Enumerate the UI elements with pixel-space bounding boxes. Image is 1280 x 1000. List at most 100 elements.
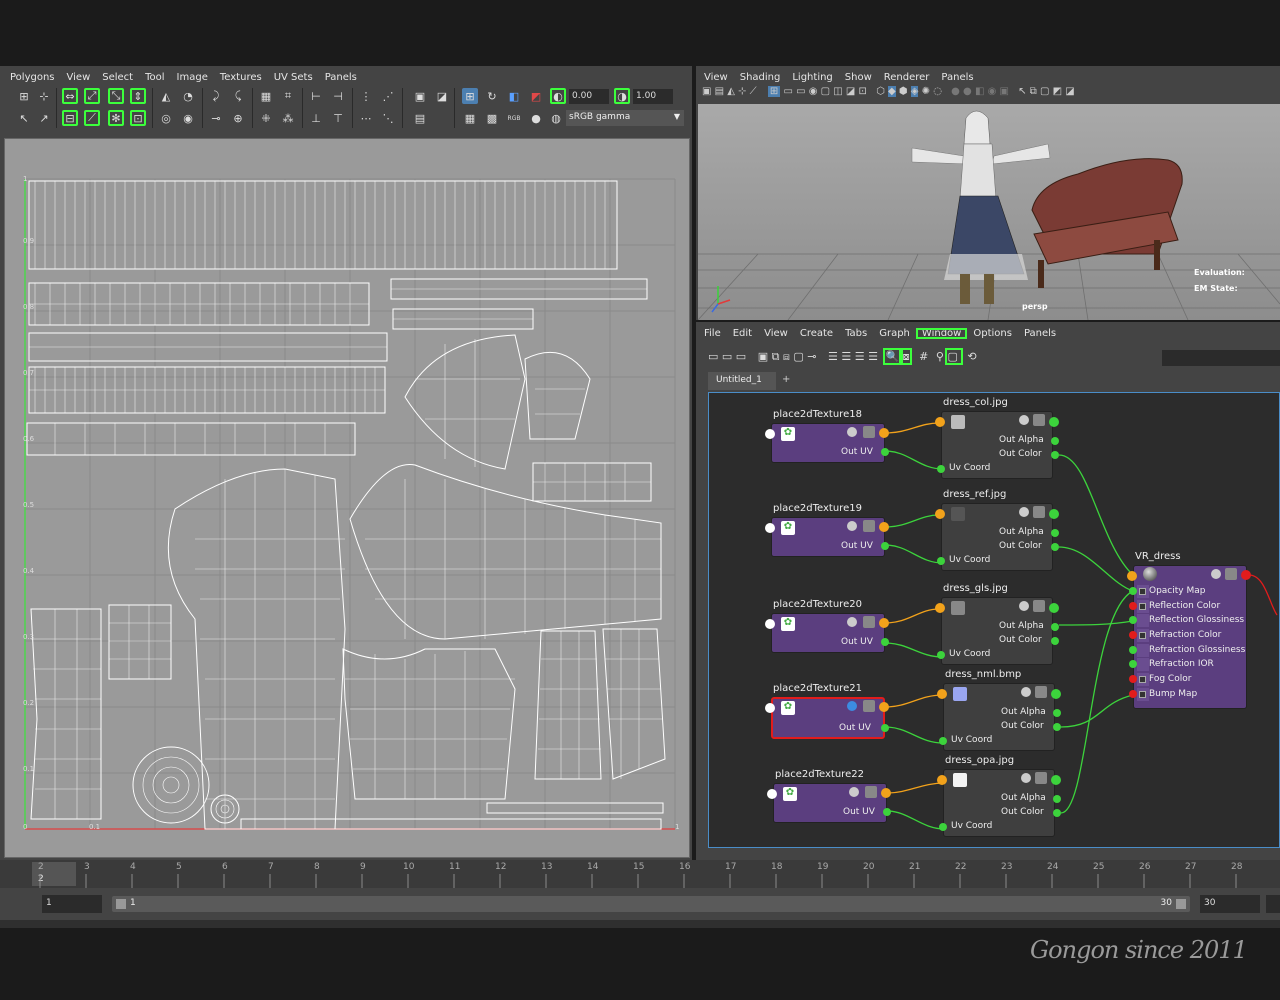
ne-menu-window[interactable]: Window: [915, 327, 968, 339]
straighten-icon[interactable]: ◭: [158, 88, 174, 104]
color-swatch-icon[interactable]: ◩: [528, 88, 544, 104]
out-color-port[interactable]: [1053, 723, 1061, 731]
ne-menu-panels[interactable]: Panels: [1018, 328, 1062, 339]
out-alpha-port[interactable]: [1053, 709, 1061, 717]
distribute-icon[interactable]: ⊸: [208, 110, 224, 126]
gamma-field[interactable]: 1.00: [633, 89, 673, 104]
out-color-port[interactable]: [1053, 809, 1061, 817]
graph-icons[interactable]: ▭ ▭ ▭: [708, 350, 746, 363]
input-port[interactable]: [1127, 571, 1137, 581]
output-port[interactable]: [879, 522, 889, 532]
settings-icon[interactable]: [1021, 773, 1031, 783]
attr-fog-color[interactable]: Fog Color: [1137, 673, 1191, 686]
frame-icon[interactable]: ⧇: [900, 348, 912, 365]
settings-icon[interactable]: [847, 701, 857, 711]
list-icon[interactable]: [865, 786, 877, 798]
input-port[interactable]: [765, 619, 775, 629]
grid-icon[interactable]: #: [919, 350, 928, 363]
menu-uv-sets[interactable]: UV Sets: [268, 72, 319, 83]
grid-icon[interactable]: ⊞: [462, 88, 478, 104]
settings-icon[interactable]: [849, 787, 859, 797]
dim-image-icon[interactable]: ◪: [434, 88, 450, 104]
input-port[interactable]: [765, 429, 775, 439]
range-end-field[interactable]: 30: [1200, 895, 1260, 913]
attr-refraction-ior[interactable]: Refraction IOR: [1137, 658, 1214, 671]
input-port[interactable]: [935, 509, 945, 519]
display-icons[interactable]: ▭ ▭ ◉ ▢ ◫ ◪ ⊡: [783, 86, 866, 97]
settings-icon[interactable]: [847, 521, 857, 531]
output-port[interactable]: [1051, 689, 1061, 699]
output-port[interactable]: [881, 788, 891, 798]
attr-bump-map[interactable]: Bump Map: [1137, 688, 1197, 701]
checker-icon[interactable]: ▦: [462, 110, 478, 126]
align-icon[interactable]: ⇕: [130, 88, 146, 104]
settings-icon[interactable]: [1019, 507, 1029, 517]
ne-menu-tabs[interactable]: Tabs: [839, 328, 873, 339]
image-icon[interactable]: ▣: [412, 88, 428, 104]
grid-toggle-icon[interactable]: ⊞: [767, 86, 781, 97]
output-port[interactable]: [1051, 775, 1061, 785]
list-icon[interactable]: [863, 700, 875, 712]
range-start-field[interactable]: 1: [42, 895, 102, 913]
uv-coord-port[interactable]: [939, 737, 947, 745]
border-icon[interactable]: ⋰: [380, 88, 396, 104]
range-handle-left-icon[interactable]: [116, 899, 126, 909]
settings-icon[interactable]: [847, 427, 857, 437]
opacity-map-port[interactable]: [1129, 587, 1137, 595]
ne-menu-graph[interactable]: Graph: [873, 328, 916, 339]
attr-refraction-color[interactable]: Refraction Color: [1137, 629, 1221, 642]
vp-menu-view[interactable]: View: [698, 72, 734, 83]
cut-icon[interactable]: ⊟: [62, 110, 78, 126]
rgb-icon[interactable]: RGB: [506, 110, 522, 126]
output-port[interactable]: [1049, 509, 1059, 519]
vp-menu-panels[interactable]: Panels: [935, 72, 979, 83]
range-slider[interactable]: 1 30: [112, 896, 1190, 912]
graph-canvas[interactable]: place2dTexture18 ✿ Out UV place2dTexture…: [708, 392, 1280, 848]
uv-coord-port[interactable]: [937, 465, 945, 473]
time-slider[interactable]: 2 2 3 4 5 6 7 8 9 10 11 12 13 14 15 16 1…: [0, 860, 1280, 888]
snap-icon[interactable]: ⤸: [208, 88, 224, 104]
exposure-field[interactable]: 0.00: [569, 89, 609, 104]
orient-icon[interactable]: ◎: [158, 110, 174, 126]
input-port[interactable]: [935, 417, 945, 427]
refraction-ior-port[interactable]: [1129, 660, 1137, 668]
shading-icons[interactable]: ⬡ ◆ ⬢ ◈ ✺ ◌: [876, 86, 942, 97]
search-icon[interactable]: 🔍: [883, 348, 902, 365]
input-port[interactable]: [765, 523, 775, 533]
vp-menu-show[interactable]: Show: [839, 72, 878, 83]
fog-color-port[interactable]: [1129, 675, 1137, 683]
smudge-icon[interactable]: ◔: [180, 88, 196, 104]
view-icons[interactable]: ☰ ☰ ☰ ☰: [828, 350, 878, 363]
node-search-field[interactable]: [1162, 350, 1280, 366]
colorspace-select[interactable]: sRGB gamma ▼: [566, 110, 684, 126]
input-port[interactable]: [937, 689, 947, 699]
output-port[interactable]: [879, 618, 889, 628]
out-uv-port[interactable]: [881, 448, 889, 456]
input-port[interactable]: [937, 775, 947, 785]
sphere-icon[interactable]: ●: [528, 110, 544, 126]
list-icon[interactable]: [1033, 506, 1045, 518]
texture-icon[interactable]: ▤: [412, 110, 428, 126]
normalize-icon[interactable]: ⁂: [280, 110, 296, 126]
output-port[interactable]: [879, 428, 889, 438]
menu-select[interactable]: Select: [96, 72, 139, 83]
out-alpha-port[interactable]: [1051, 437, 1059, 445]
align-bottom-icon[interactable]: ⊥: [308, 110, 324, 126]
flip-v-icon[interactable]: ⤢: [84, 88, 100, 104]
gamma-icon[interactable]: ◑: [614, 88, 630, 104]
refraction-glossiness-port[interactable]: [1129, 646, 1137, 654]
camera-icon[interactable]: ▣ ▤ ◭ ⊹ ⟋: [702, 86, 757, 97]
exposure-icon[interactable]: ◐: [550, 88, 566, 104]
out-uv-port[interactable]: [881, 724, 889, 732]
viewport-canvas[interactable]: persp Evaluation: EM State:: [698, 104, 1280, 320]
menu-image[interactable]: Image: [171, 72, 214, 83]
settings-icon[interactable]: [847, 617, 857, 627]
shell-icon[interactable]: ⋮: [358, 88, 374, 104]
list-icon[interactable]: [863, 426, 875, 438]
checker-grid-icon[interactable]: ⌗: [280, 88, 296, 104]
highlight-icon[interactable]: ▢: [945, 348, 964, 365]
attr-refraction-glossiness[interactable]: Refraction Glossiness: [1137, 644, 1245, 657]
out-color-port[interactable]: [1051, 637, 1059, 645]
bump-map-port[interactable]: [1129, 690, 1137, 698]
dot-icon[interactable]: ◍: [548, 110, 564, 126]
